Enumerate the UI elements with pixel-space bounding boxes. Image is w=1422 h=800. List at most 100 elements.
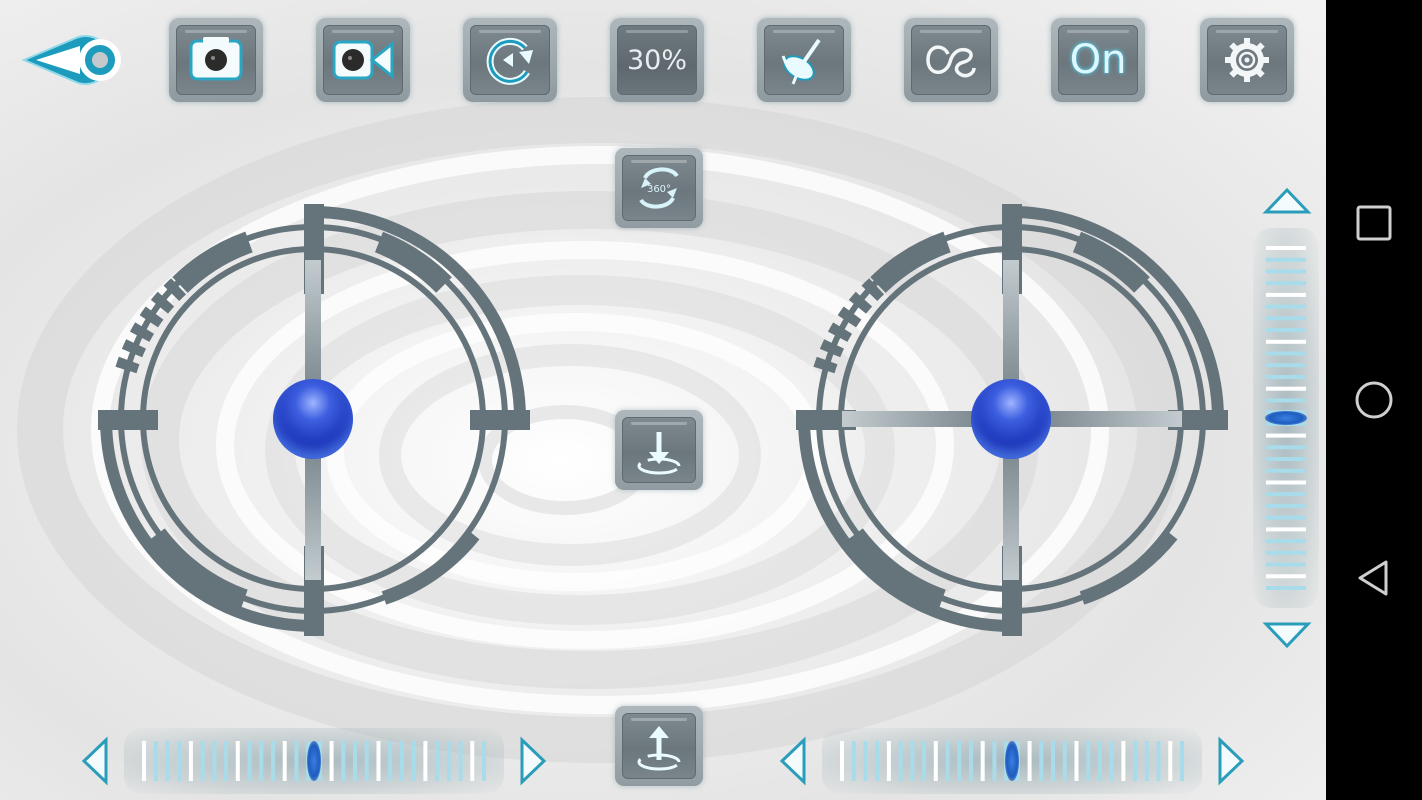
controller-screen: 30% On 360° — [0, 0, 1326, 800]
trim-tick — [1266, 269, 1306, 274]
trim-tick — [423, 741, 428, 781]
left-joystick-knob[interactable] — [273, 379, 353, 459]
vertical-trim-thumb[interactable] — [1265, 411, 1307, 425]
recents-icon — [1356, 205, 1392, 241]
trim-tick — [353, 741, 358, 781]
left-trim-right-button[interactable] — [518, 736, 550, 786]
power-label: On — [1069, 37, 1127, 83]
trim-tick — [1266, 586, 1306, 590]
trim-tick — [1266, 480, 1306, 485]
calibrate-button[interactable] — [757, 18, 851, 102]
trim-down-button[interactable] — [1262, 620, 1312, 652]
triangle-right-icon — [1218, 736, 1245, 786]
left-trim-left-button[interactable] — [78, 736, 110, 786]
trim-tick — [863, 741, 868, 781]
trim-tick — [933, 741, 938, 781]
trim-tick — [1266, 374, 1306, 379]
speed-button[interactable]: 30% — [610, 18, 704, 102]
trim-tick — [1266, 292, 1306, 297]
trim-tick — [294, 741, 299, 781]
triangle-down-icon — [1262, 622, 1312, 649]
trim-tick — [1266, 503, 1306, 508]
trim-tick — [968, 741, 973, 781]
trim-tick — [482, 741, 486, 781]
trim-tick — [910, 741, 915, 781]
left-horizontal-trim-track[interactable] — [124, 728, 504, 794]
right-trim-right-button[interactable] — [1216, 736, 1248, 786]
trim-tick — [1266, 339, 1306, 344]
trim-tick — [1266, 351, 1306, 356]
trim-tick — [1266, 433, 1306, 438]
takeoff-button[interactable] — [615, 706, 703, 786]
trim-tick — [1266, 246, 1306, 250]
trim-tick — [922, 741, 927, 781]
power-toggle[interactable]: On — [1051, 18, 1145, 102]
trim-tick — [399, 741, 404, 781]
vertical-trim-track[interactable] — [1253, 228, 1319, 608]
triangle-left-icon — [81, 736, 108, 786]
back-eye-icon — [21, 35, 121, 85]
right-trim-thumb[interactable] — [1005, 741, 1019, 781]
gear-icon — [1225, 38, 1269, 82]
left-trim-thumb[interactable] — [307, 741, 321, 781]
flip-button[interactable]: 360° — [615, 148, 703, 228]
trim-tick — [1266, 527, 1306, 532]
trim-tick — [247, 741, 252, 781]
trim-tick — [1266, 257, 1306, 262]
right-horizontal-trim-track[interactable] — [822, 728, 1202, 794]
trim-tick — [200, 741, 205, 781]
trim-tick — [1144, 741, 1149, 781]
trim-tick — [1266, 328, 1306, 333]
trim-tick — [259, 741, 264, 781]
trim-tick — [1039, 741, 1044, 781]
headless-button[interactable] — [904, 18, 998, 102]
trim-tick — [945, 741, 950, 781]
photo-button[interactable] — [169, 18, 263, 102]
trim-tick — [235, 741, 240, 781]
trim-up-button[interactable] — [1262, 184, 1312, 216]
trim-tick — [142, 741, 146, 781]
right-trim-left-button[interactable] — [776, 736, 808, 786]
home-button[interactable] — [1354, 380, 1394, 420]
back-button[interactable] — [16, 24, 132, 94]
trim-tick — [1266, 398, 1306, 403]
back-nav-button[interactable] — [1354, 558, 1394, 598]
trim-tick — [165, 741, 170, 781]
trim-tick — [1266, 562, 1306, 567]
right-joystick-knob[interactable] — [971, 379, 1051, 459]
trim-tick — [1266, 386, 1306, 391]
trim-tick — [1121, 741, 1126, 781]
flip-360-icon: 360° — [639, 167, 679, 209]
trim-tick — [1266, 304, 1306, 309]
trim-tick — [1168, 741, 1173, 781]
trim-tick — [188, 741, 193, 781]
recents-button[interactable] — [1354, 203, 1394, 243]
triangle-left-icon — [779, 736, 806, 786]
trim-tick — [329, 741, 334, 781]
trim-tick — [1133, 741, 1138, 781]
trim-tick — [1266, 492, 1306, 497]
right-joystick[interactable] — [782, 190, 1242, 650]
trim-tick — [341, 741, 346, 781]
trim-tick — [957, 741, 962, 781]
rotate-icon — [486, 37, 533, 85]
trim-tick — [446, 741, 451, 781]
trim-tick — [1266, 574, 1306, 579]
trim-tick — [1027, 741, 1032, 781]
trim-tick — [1156, 741, 1161, 781]
rotate-button[interactable] — [463, 18, 557, 102]
trim-tick — [840, 741, 844, 781]
trim-tick — [411, 741, 416, 781]
trim-tick — [1266, 445, 1306, 450]
trim-tick — [224, 741, 229, 781]
android-nav-bar — [1326, 0, 1422, 800]
headless-mode-icon — [926, 45, 976, 78]
gyro-calibrate-icon — [781, 38, 821, 85]
trim-tick — [1109, 741, 1114, 781]
left-joystick[interactable] — [84, 190, 544, 650]
settings-button[interactable] — [1200, 18, 1294, 102]
trim-tick — [1266, 468, 1306, 473]
land-button[interactable] — [615, 410, 703, 490]
takeoff-icon — [637, 726, 681, 771]
video-button[interactable] — [316, 18, 410, 102]
